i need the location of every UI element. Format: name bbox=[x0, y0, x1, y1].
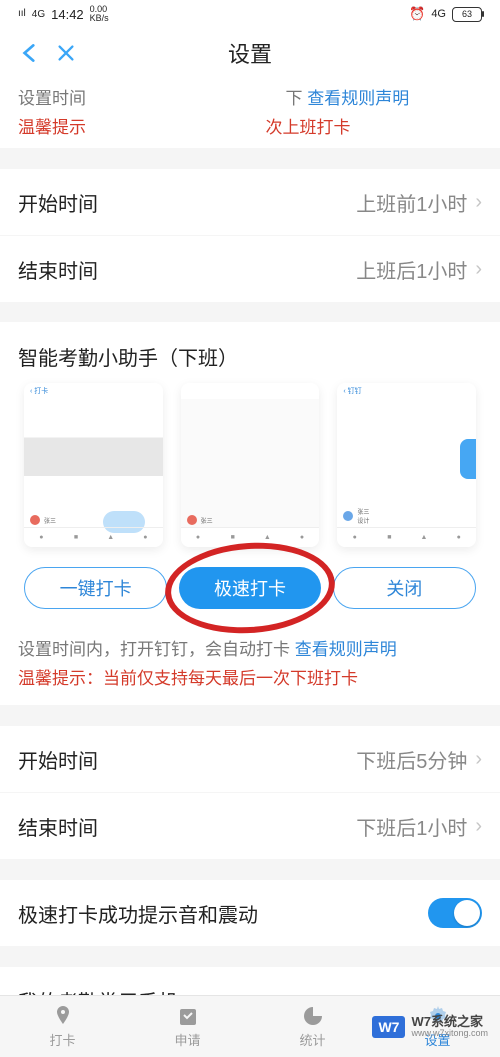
alarm-icon: ⏰ bbox=[409, 6, 425, 22]
sound-toggle[interactable] bbox=[428, 898, 482, 928]
end-label: 结束时间 bbox=[18, 255, 98, 284]
map-pin-icon bbox=[51, 1004, 75, 1028]
upper-hint-section: 设置时间 下 查看规则声明 温馨提示 次上班打卡 bbox=[0, 78, 500, 148]
assistant-section-title: 智能考勤小助手（下班） bbox=[0, 322, 500, 383]
chevron-right-icon: › bbox=[475, 748, 482, 771]
chevron-right-icon: › bbox=[475, 191, 482, 214]
sound-vibrate-row[interactable]: 极速打卡成功提示音和震动 bbox=[0, 880, 500, 946]
signal-type: 4G bbox=[32, 9, 45, 20]
watermark-badge: W7 bbox=[372, 1016, 405, 1038]
preview-one-click: ‹ 打卡 张三 ●■▲● bbox=[24, 383, 163, 547]
chevron-right-icon: › bbox=[475, 258, 482, 281]
battery-level: 63 bbox=[462, 9, 472, 19]
assistant-warning: 温馨提示：当前仅支持每天最后一次下班打卡 bbox=[18, 664, 482, 689]
start-label: 开始时间 bbox=[18, 188, 98, 217]
assistant-hint: 设置时间内，打开钉钉，会自动打卡 查看规则声明 温馨提示：当前仅支持每天最后一次… bbox=[0, 627, 500, 705]
calendar-check-icon bbox=[176, 1004, 200, 1028]
page-title: 设置 bbox=[0, 37, 500, 69]
nav-bar: 设置 bbox=[0, 28, 500, 78]
preview-off: ‹ 钉钉 张三设计 ●■▲● bbox=[337, 383, 476, 547]
upper-end-time-row[interactable]: 结束时间 上班后1小时› bbox=[0, 236, 500, 302]
quick-clock-button[interactable]: 极速打卡 bbox=[179, 567, 320, 609]
mode-choices: 一键打卡 极速打卡 关闭 bbox=[0, 559, 500, 627]
tab-stats[interactable]: 统计 bbox=[250, 996, 375, 1057]
signal-icon: ııl bbox=[18, 9, 26, 19]
status-bar: ııl 4G 14:42 0.00 KB/s ⏰ 4G 63 bbox=[0, 0, 500, 28]
one-click-button[interactable]: 一键打卡 bbox=[24, 567, 167, 609]
off-button[interactable]: 关闭 bbox=[333, 567, 476, 609]
signal-4g-right: 4G bbox=[431, 8, 446, 20]
watermark: W7 W7系统之家 www.w7xitong.com bbox=[372, 1015, 488, 1039]
rules-link-top[interactable]: 查看规则声明 bbox=[307, 89, 409, 108]
preview-quick-clock: 张三 ●■▲● bbox=[181, 383, 320, 547]
tab-apply[interactable]: 申请 bbox=[125, 996, 250, 1057]
lower-end-time-row[interactable]: 结束时间 下班后1小时› bbox=[0, 793, 500, 859]
chevron-right-icon: › bbox=[475, 815, 482, 838]
upper-start-time-row[interactable]: 开始时间 上班前1小时› bbox=[0, 169, 500, 235]
chart-pie-icon bbox=[301, 1004, 325, 1028]
net-speed-unit: KB/s bbox=[90, 14, 109, 23]
time: 14:42 bbox=[51, 7, 84, 22]
rules-link[interactable]: 查看规则声明 bbox=[295, 640, 397, 659]
lower-start-time-row[interactable]: 开始时间 下班后5分钟› bbox=[0, 726, 500, 792]
tab-clock[interactable]: 打卡 bbox=[0, 996, 125, 1057]
battery-icon: 63 bbox=[452, 7, 482, 22]
preview-row: ‹ 打卡 张三 ●■▲● 张三 ●■▲● ‹ 钉钉 张三设计 ●■▲● bbox=[0, 383, 500, 559]
